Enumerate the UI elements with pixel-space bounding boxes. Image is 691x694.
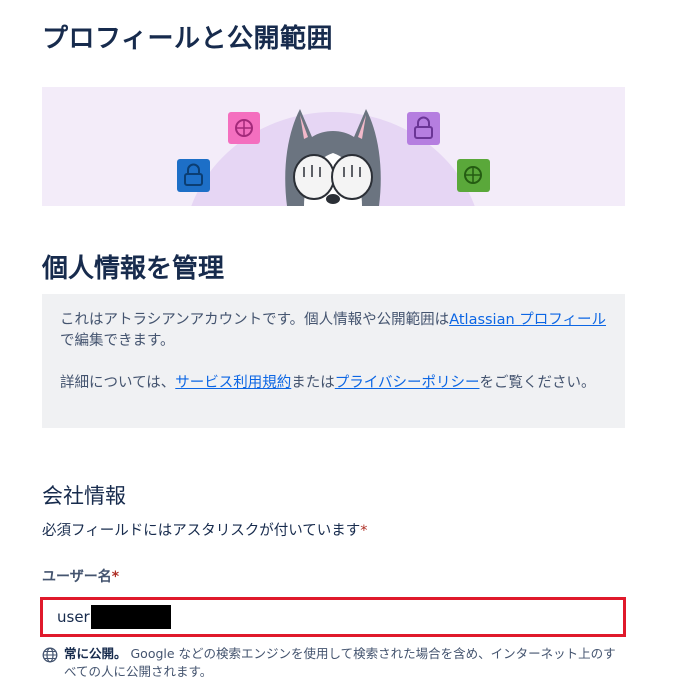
globe-icon xyxy=(42,647,58,663)
company-info-title: 会社情報 xyxy=(42,484,126,508)
visibility-status: 常に公開。 xyxy=(64,646,127,661)
green-globe-icon xyxy=(457,159,490,192)
username-field[interactable]: user xyxy=(40,597,626,637)
required-fields-note: 必須フィールドにはアスタリスクが付いています* xyxy=(42,523,368,539)
username-value[interactable]: user xyxy=(57,608,90,626)
info-paragraph-profile: これはアトラシアンアカウントです。個人情報や公開範囲はAtlassian プロフ… xyxy=(60,312,606,349)
atlassian-profile-link[interactable]: Atlassian プロフィール xyxy=(449,312,606,328)
section-title: 個人情報を管理 xyxy=(42,254,225,284)
page-title: プロフィールと公開範囲 xyxy=(42,24,333,54)
privacy-policy-link[interactable]: プライバシーポリシー xyxy=(335,375,480,391)
username-label: ユーザー名* xyxy=(42,569,120,585)
husky-illustration xyxy=(177,109,490,206)
required-asterisk: * xyxy=(360,523,368,539)
pink-globe-icon xyxy=(228,112,260,144)
visibility-description: 常に公開。 Google などの検索エンジンを使用して検索された場合を含め、イン… xyxy=(64,646,616,679)
blue-lock-icon xyxy=(177,159,210,192)
info-paragraph-policies: 詳細については、サービス利用規約またはプライバシーポリシーをご覧ください。 xyxy=(60,375,596,391)
required-asterisk: * xyxy=(111,569,120,585)
purple-lock-icon xyxy=(407,112,440,145)
terms-of-service-link[interactable]: サービス利用規約 xyxy=(175,375,291,391)
hero-illustration xyxy=(42,87,625,206)
redaction-block xyxy=(91,605,171,629)
info-panel: これはアトラシアンアカウントです。個人情報や公開範囲はAtlassian プロフ… xyxy=(42,294,625,428)
